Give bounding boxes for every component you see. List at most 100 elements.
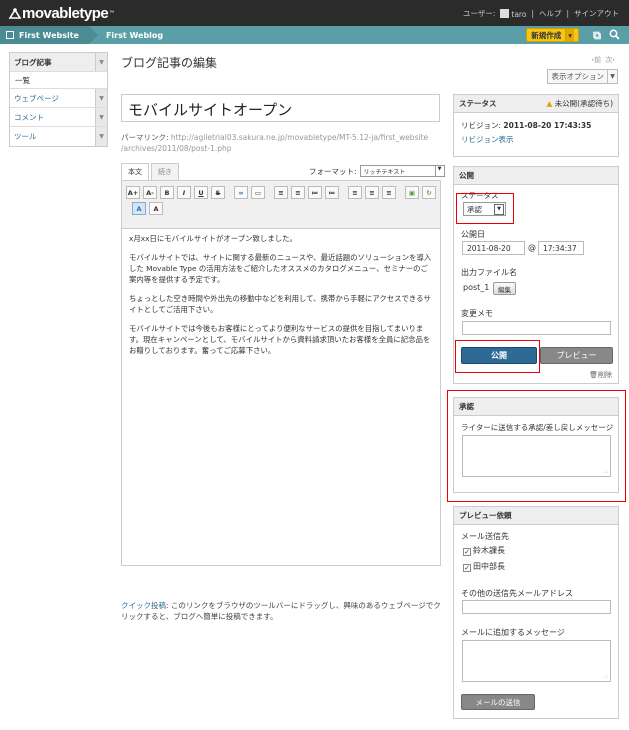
logo-text: movabletype xyxy=(22,4,109,22)
sidebar: ブログ記事 ▼ 一覧 ウェブページ ▼ コメント ▼ ツール ▼ xyxy=(9,52,108,147)
resize-grip-icon[interactable]: .:: xyxy=(603,674,608,680)
logo-icon xyxy=(8,8,22,19)
publish-button[interactable]: 公開 xyxy=(461,347,537,364)
recipient-checkbox[interactable]: ✓ 鈴木課長 xyxy=(463,545,505,556)
date-label: 公開日 xyxy=(461,230,485,239)
edit-filename-button[interactable]: 編集 xyxy=(493,282,516,295)
external-link-icon[interactable]: ⧉ xyxy=(593,29,601,43)
entry-nav: ‹前 次› xyxy=(591,55,615,65)
status-widget: ステータス ▲ 未公開(承認待ち) リビジョン: 2011-08-20 17:4… xyxy=(453,94,619,157)
date-input[interactable]: 2011-08-20 xyxy=(462,241,525,255)
chevron-down-icon[interactable]: ▼ xyxy=(95,89,107,107)
signout-link[interactable]: サインアウト xyxy=(574,8,619,19)
memo-input[interactable] xyxy=(462,321,611,335)
content-paragraph: モバイルサイトでは今後もお客様にとってより便利なサービスの提供を目指してまいりま… xyxy=(129,324,431,355)
bullet-list-icon[interactable]: ≔ xyxy=(308,186,322,199)
outdent-icon[interactable]: ≡ xyxy=(291,186,305,199)
sidebar-item-tools[interactable]: ツール ▼ xyxy=(10,127,107,146)
html-mode-icon[interactable]: A xyxy=(149,202,163,215)
output-label: 出力ファイル名 xyxy=(461,268,517,277)
email-link-icon[interactable]: ▭ xyxy=(251,186,265,199)
breadcrumb: First Website First Weblog 新規作成 ▾ ⧉ xyxy=(0,26,629,44)
quickpost-info: クイック投稿: このリンクをブラウザのツールバーにドラッグし、興味のあるウェブペ… xyxy=(121,601,441,621)
preview-button[interactable]: プレビュー xyxy=(540,347,613,364)
avatar xyxy=(500,8,510,18)
status-widget-header: ステータス ▲ 未公開(承認待ち) xyxy=(454,95,618,113)
approval-message-textarea[interactable]: .:: xyxy=(462,435,611,477)
sidebar-item-pages[interactable]: ウェブページ ▼ xyxy=(10,89,107,108)
status-select[interactable]: 承認 ▼ xyxy=(463,202,506,216)
chevron-down-icon[interactable]: ▼ xyxy=(95,127,107,146)
user-label: ユーザー: xyxy=(463,9,496,18)
approval-widget: 承認 ライターに送信する承認/差し戻しメッセージ .:: xyxy=(453,397,619,493)
prev-entry-button[interactable]: ‹前 xyxy=(591,55,601,65)
revision-date: 2011-08-20 17:43:35 xyxy=(503,121,592,130)
content-paragraph: x月xx日にモバイルサイトがオープン致しました。 xyxy=(129,234,297,243)
quickpost-link[interactable]: クイック投稿 xyxy=(121,601,166,610)
breadcrumb-blog[interactable]: First Weblog xyxy=(89,31,163,40)
status-label: ステータス xyxy=(461,191,499,200)
next-entry-button[interactable]: 次› xyxy=(605,55,615,65)
permalink-url[interactable]: http://agiletrial03.sakura.ne.jp/movable… xyxy=(171,133,428,142)
indent-icon[interactable]: ≡ xyxy=(274,186,288,199)
italic-icon[interactable]: I xyxy=(177,186,191,199)
editor-tabs: 本文 続き xyxy=(121,163,181,180)
user-link[interactable]: taro xyxy=(500,8,526,19)
website-icon xyxy=(6,31,14,39)
time-input[interactable]: 17:34:37 xyxy=(538,241,584,255)
content-paragraph: モバイルサイトでは、サイトに関する最新のニュースや、最近話題のソリューションを導… xyxy=(129,253,432,284)
recipient-label: メール送信先 xyxy=(461,532,509,541)
publish-widget-header: 公開 xyxy=(454,167,618,185)
bold-icon[interactable]: B xyxy=(160,186,174,199)
sidebar-item-comments[interactable]: コメント ▼ xyxy=(10,108,107,127)
user-nav: ユーザー: taro | ヘルプ | サインアウト xyxy=(463,8,619,19)
view-options-button[interactable]: 表示オプション ▼ xyxy=(546,69,618,84)
output-filename: post_1 xyxy=(463,283,490,292)
align-center-icon[interactable]: ≡ xyxy=(365,186,379,199)
help-link[interactable]: ヘルプ xyxy=(539,8,562,19)
tab-extended[interactable]: 続き xyxy=(151,163,179,180)
underline-icon[interactable]: U xyxy=(194,186,208,199)
format-selector: フォーマット: リッチテキスト ▼ xyxy=(309,165,445,177)
sidebar-item-entries[interactable]: ブログ記事 ▼ xyxy=(10,53,107,72)
link-icon[interactable]: ∞ xyxy=(234,186,248,199)
approval-widget-header: 承認 xyxy=(454,398,618,416)
checkbox-checked-icon[interactable]: ✓ xyxy=(463,564,471,572)
revision-link[interactable]: リビジョン表示 xyxy=(461,133,611,147)
font-size-down-icon[interactable]: A- xyxy=(143,186,157,199)
editor-toolbar: A+ A- B I U S ∞ ▭ ≡ ≡ ≔ ≔ ≡ ≡ ≡ ▣ ↻ A A xyxy=(122,181,440,229)
trash-icon: 🗑 xyxy=(589,371,598,379)
insert-image-icon[interactable]: ▣ xyxy=(405,186,419,199)
top-bar: movabletype ™ ユーザー: taro | ヘルプ | サインアウト xyxy=(0,0,629,26)
chevron-down-icon[interactable]: ▼ xyxy=(95,108,107,126)
movabletype-logo[interactable]: movabletype ™ xyxy=(8,5,114,22)
align-left-icon[interactable]: ≡ xyxy=(348,186,362,199)
insert-file-icon[interactable]: ↻ xyxy=(422,186,436,199)
strikethrough-icon[interactable]: S xyxy=(211,186,225,199)
other-email-input[interactable] xyxy=(462,600,611,614)
align-right-icon[interactable]: ≡ xyxy=(382,186,396,199)
rich-text-editor: A+ A- B I U S ∞ ▭ ≡ ≡ ≔ ≔ ≡ ≡ ≡ ▣ ↻ A A … xyxy=(121,180,441,566)
recipient-checkbox[interactable]: ✓ 田中部長 xyxy=(463,561,505,572)
publish-widget: 公開 ステータス 承認 ▼ 公開日 2011-08-20 @ 17:34:37 … xyxy=(453,166,619,384)
new-button[interactable]: 新規作成 ▾ xyxy=(526,28,579,42)
sidebar-item-list[interactable]: 一覧 xyxy=(10,72,107,89)
search-icon[interactable] xyxy=(609,29,620,43)
breadcrumb-website[interactable]: First Website xyxy=(0,26,98,44)
editor-content[interactable]: x月xx日にモバイルサイトがオープン致しました。 モバイルサイトでは、サイトに関… xyxy=(122,229,440,368)
numbered-list-icon[interactable]: ≔ xyxy=(325,186,339,199)
wysiwyg-mode-icon[interactable]: A xyxy=(132,202,146,215)
chevron-down-icon[interactable]: ▼ xyxy=(95,53,107,71)
delete-link[interactable]: 🗑削除 xyxy=(589,370,612,380)
tab-body[interactable]: 本文 xyxy=(121,163,149,180)
status-badge: 未公開(承認待ち) xyxy=(554,99,613,108)
message-textarea[interactable]: .:: xyxy=(462,640,611,682)
format-select[interactable]: リッチテキスト ▼ xyxy=(359,165,445,177)
resize-grip-icon[interactable]: .:: xyxy=(603,469,608,475)
checkbox-checked-icon[interactable]: ✓ xyxy=(463,548,471,556)
send-mail-button[interactable]: メールの送信 xyxy=(461,694,535,710)
entry-title-input[interactable]: モバイルサイトオープン xyxy=(121,94,440,122)
chevron-down-icon[interactable]: ▾ xyxy=(565,29,574,41)
font-size-up-icon[interactable]: A+ xyxy=(126,186,140,199)
approval-message-label: ライターに送信する承認/差し戻しメッセージ xyxy=(461,423,614,432)
